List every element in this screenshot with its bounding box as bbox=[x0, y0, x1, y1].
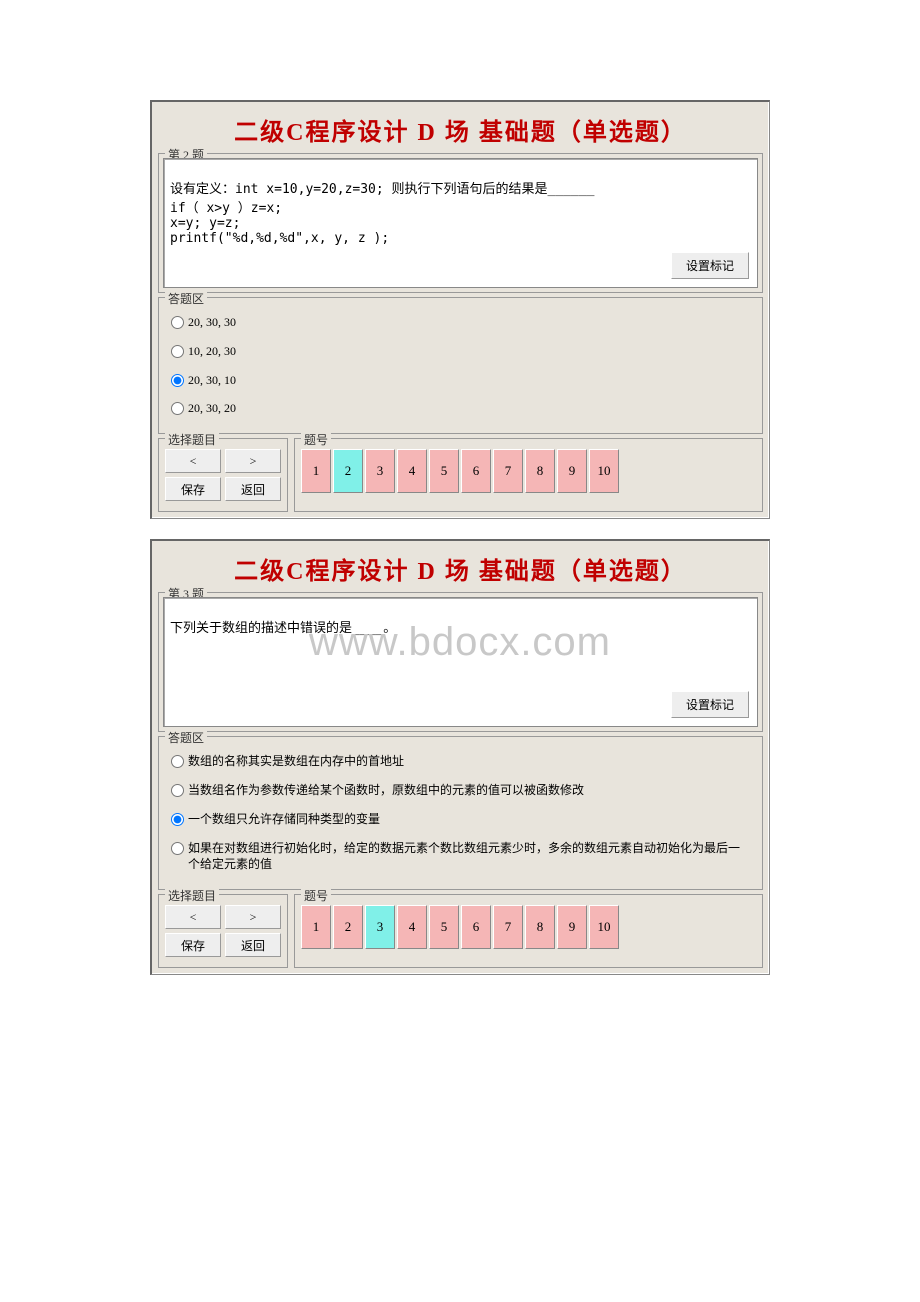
save-button[interactable]: 保存 bbox=[165, 933, 221, 957]
answer-option[interactable]: 当数组名作为参数传递给某个函数时，原数组中的元素的值可以被函数修改 bbox=[167, 776, 754, 805]
set-mark-button[interactable]: 设置标记 bbox=[671, 252, 749, 279]
question-number-cell[interactable]: 4 bbox=[397, 905, 427, 949]
answer-option[interactable]: 一个数组只允许存储同种类型的变量 bbox=[167, 805, 754, 834]
question-text: 设有定义：int x=10,y=20,z=30; 则执行下列语句后的结果是___… bbox=[170, 182, 595, 246]
answer-radio[interactable] bbox=[171, 842, 184, 855]
answer-label: 10, 20, 30 bbox=[188, 343, 750, 360]
question-number-cell[interactable]: 8 bbox=[525, 905, 555, 949]
question-number-cell[interactable]: 4 bbox=[397, 449, 427, 493]
select-legend: 选择题目 bbox=[165, 887, 219, 904]
answer-option[interactable]: 10, 20, 30 bbox=[167, 337, 754, 366]
back-button[interactable]: 返回 bbox=[225, 933, 281, 957]
answer-radio[interactable] bbox=[171, 784, 184, 797]
answer-label: 如果在对数组进行初始化时，给定的数据元素个数比数组元素少时，多余的数组元素自动初… bbox=[188, 840, 750, 874]
answer-label: 20, 30, 30 bbox=[188, 314, 750, 331]
numbers-legend: 题号 bbox=[301, 431, 331, 448]
numbers-legend: 题号 bbox=[301, 887, 331, 904]
answer-option[interactable]: 20, 30, 20 bbox=[167, 394, 754, 423]
question-numbers-group: 题号 12345678910 bbox=[294, 894, 763, 968]
next-button[interactable]: > bbox=[225, 905, 281, 929]
question-number-cell[interactable]: 1 bbox=[301, 449, 331, 493]
answer-label: 20, 30, 20 bbox=[188, 400, 750, 417]
question-text-box: 设有定义：int x=10,y=20,z=30; 则执行下列语句后的结果是___… bbox=[163, 158, 758, 288]
answer-legend: 答题区 bbox=[165, 290, 207, 307]
exam-panel-1: 二级C程序设计 D 场 基础题（单选题） 第 2 题 设有定义：int x=10… bbox=[150, 100, 770, 519]
answer-option[interactable]: 如果在对数组进行初始化时，给定的数据元素个数比数组元素少时，多余的数组元素自动初… bbox=[167, 834, 754, 880]
question-group: 第 3 题 下列关于数组的描述中错误的是____。 设置标记 bbox=[158, 592, 763, 732]
question-number-cell[interactable]: 1 bbox=[301, 905, 331, 949]
question-number-cell[interactable]: 6 bbox=[461, 449, 491, 493]
question-text: 下列关于数组的描述中错误的是____。 bbox=[170, 621, 396, 636]
question-number-cell[interactable]: 2 bbox=[333, 905, 363, 949]
save-button[interactable]: 保存 bbox=[165, 477, 221, 501]
answer-option[interactable]: 20, 30, 30 bbox=[167, 308, 754, 337]
question-number-cell[interactable]: 5 bbox=[429, 449, 459, 493]
next-button[interactable]: > bbox=[225, 449, 281, 473]
question-number-cell[interactable]: 9 bbox=[557, 905, 587, 949]
question-number-cell[interactable]: 2 bbox=[333, 449, 363, 493]
answer-group: 答题区 数组的名称其实是数组在内存中的首地址当数组名作为参数传递给某个函数时，原… bbox=[158, 736, 763, 890]
question-number-cell[interactable]: 7 bbox=[493, 449, 523, 493]
answer-radio[interactable] bbox=[171, 402, 184, 415]
answer-label: 20, 30, 10 bbox=[188, 372, 750, 389]
answer-radio[interactable] bbox=[171, 316, 184, 329]
question-text-box: 下列关于数组的描述中错误的是____。 设置标记 bbox=[163, 597, 758, 727]
question-number-cell[interactable]: 5 bbox=[429, 905, 459, 949]
question-number-cell[interactable]: 8 bbox=[525, 449, 555, 493]
exam-panel-2: 二级C程序设计 D 场 基础题（单选题） 第 3 题 下列关于数组的描述中错误的… bbox=[150, 539, 770, 975]
question-number-cell[interactable]: 9 bbox=[557, 449, 587, 493]
question-numbers-group: 题号 12345678910 bbox=[294, 438, 763, 512]
answer-label: 数组的名称其实是数组在内存中的首地址 bbox=[188, 753, 750, 770]
question-number-cell[interactable]: 10 bbox=[589, 449, 619, 493]
select-legend: 选择题目 bbox=[165, 431, 219, 448]
exam-title: 二级C程序设计 D 场 基础题（单选题） bbox=[158, 545, 763, 590]
select-question-group: 选择题目 < > 保存 返回 bbox=[158, 894, 288, 968]
back-button[interactable]: 返回 bbox=[225, 477, 281, 501]
answer-legend: 答题区 bbox=[165, 729, 207, 746]
answer-radio[interactable] bbox=[171, 813, 184, 826]
select-question-group: 选择题目 < > 保存 返回 bbox=[158, 438, 288, 512]
prev-button[interactable]: < bbox=[165, 905, 221, 929]
answer-radio[interactable] bbox=[171, 755, 184, 768]
question-number-cell[interactable]: 7 bbox=[493, 905, 523, 949]
question-number-cell[interactable]: 10 bbox=[589, 905, 619, 949]
question-number-cell[interactable]: 3 bbox=[365, 449, 395, 493]
exam-title: 二级C程序设计 D 场 基础题（单选题） bbox=[158, 106, 763, 151]
answer-radio[interactable] bbox=[171, 374, 184, 387]
answer-radio[interactable] bbox=[171, 345, 184, 358]
answer-label: 一个数组只允许存储同种类型的变量 bbox=[188, 811, 750, 828]
question-group: 第 2 题 设有定义：int x=10,y=20,z=30; 则执行下列语句后的… bbox=[158, 153, 763, 293]
question-number-cell[interactable]: 6 bbox=[461, 905, 491, 949]
set-mark-button[interactable]: 设置标记 bbox=[671, 691, 749, 718]
prev-button[interactable]: < bbox=[165, 449, 221, 473]
answer-group: 答题区 20, 30, 3010, 20, 3020, 30, 1020, 30… bbox=[158, 297, 763, 434]
answer-label: 当数组名作为参数传递给某个函数时，原数组中的元素的值可以被函数修改 bbox=[188, 782, 750, 799]
answer-option[interactable]: 20, 30, 10 bbox=[167, 366, 754, 395]
answer-option[interactable]: 数组的名称其实是数组在内存中的首地址 bbox=[167, 747, 754, 776]
question-number-cell[interactable]: 3 bbox=[365, 905, 395, 949]
